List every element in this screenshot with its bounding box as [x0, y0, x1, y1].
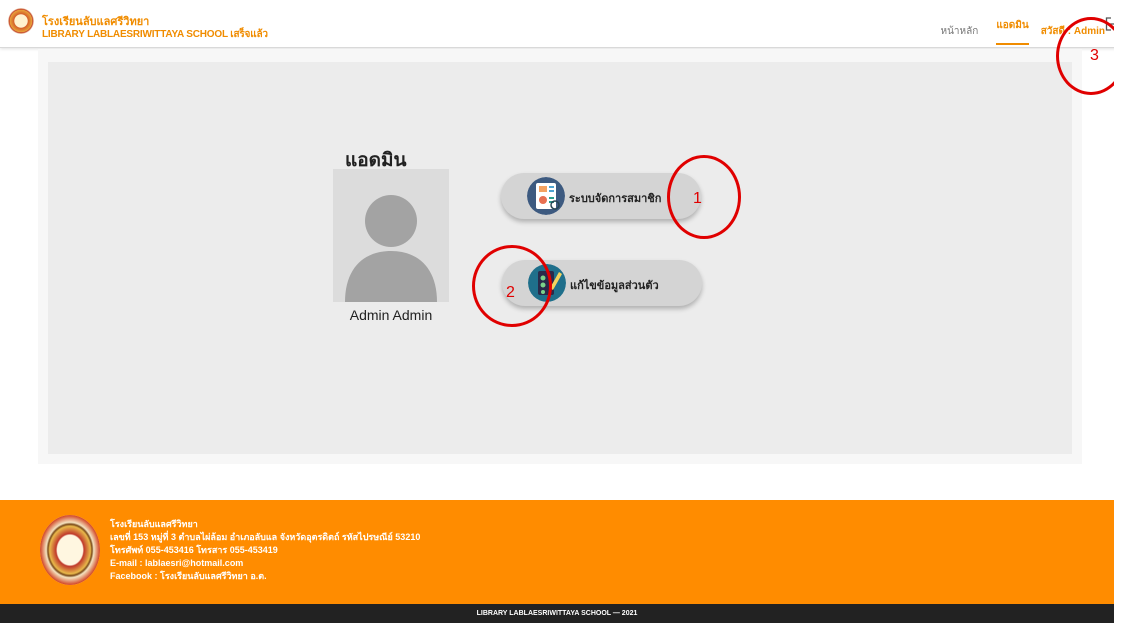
- member-management-label: ระบบจัดการสมาชิก: [569, 193, 662, 205]
- school-logo[interactable]: [8, 8, 34, 34]
- nav-home[interactable]: หน้าหลัก: [940, 24, 978, 39]
- footer-contact-info: โรงเรียนลับแลศรีวิทยา เลขที่ 153 หมู่ที่…: [110, 518, 420, 583]
- edit-profile-label: แก้ไขข้อมูลส่วนตัว: [570, 280, 659, 292]
- user-name: Admin Admin: [349, 307, 433, 323]
- marker-number-2: 2: [506, 284, 515, 301]
- school-name-en[interactable]: LIBRARY LABLAESRIWITTAYA SCHOOL เสร็จแล้…: [42, 27, 268, 42]
- page-right-margin: [1114, 0, 1137, 623]
- user-silhouette-icon: [345, 195, 437, 302]
- member-report-icon: [527, 177, 565, 215]
- admin-panel: [48, 62, 1072, 454]
- top-navbar: โรงเรียนลับแลศรีวิทยา LIBRARY LABLAESRIW…: [0, 0, 1137, 48]
- copyright-bar: LIBRARY LABLAESRIWITTAYA SCHOOL — 2021: [0, 604, 1114, 623]
- marker-circle-1: [667, 155, 741, 239]
- footer-email[interactable]: E-mail : lablaesri@hotmail.com: [110, 557, 420, 570]
- avatar: [333, 169, 449, 302]
- nav-admin[interactable]: แอดมิน: [996, 18, 1029, 45]
- footer-school-name: โรงเรียนลับแลศรีวิทยา: [110, 519, 198, 529]
- footer-school-logo: [40, 515, 100, 585]
- footer-phone: โทรศัพท์ 055-453416 โทรสาร 055-453419: [110, 545, 278, 555]
- marker-number-1: 1: [693, 190, 702, 207]
- footer-address: เลขที่ 153 หมู่ที่ 3 ตำบลไผ่ล้อม อำเภอลั…: [110, 532, 421, 542]
- marker-number-3: 3: [1090, 47, 1099, 64]
- footer-facebook[interactable]: Facebook : โรงเรียนลับแลศรีวิทยา อ.ต.: [110, 570, 420, 583]
